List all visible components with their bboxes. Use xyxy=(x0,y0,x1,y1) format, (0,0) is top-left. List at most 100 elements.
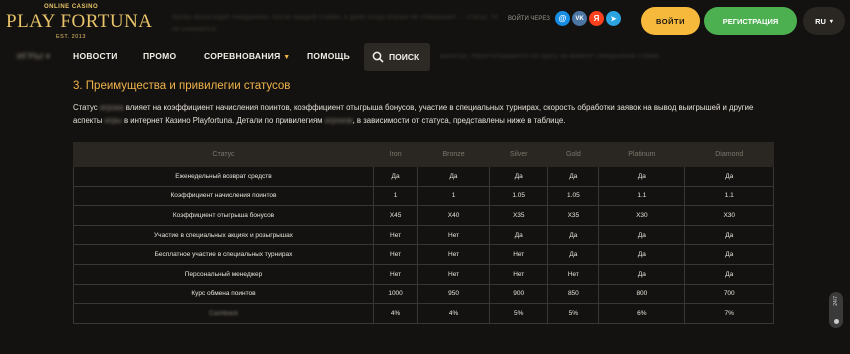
yandex-glyph: Я xyxy=(593,14,600,23)
blurred-header-text: ерова происходит ежедневно, после каждой… xyxy=(172,14,499,33)
col-silver: Silver xyxy=(488,142,549,167)
telegram-glyph: ➤ xyxy=(610,15,617,23)
col-diamond: Diamond xyxy=(684,142,774,167)
language-label: RU xyxy=(815,16,826,26)
table-cell: Да xyxy=(598,224,686,246)
table-cell: X30 xyxy=(684,205,774,226)
table-cell: Да xyxy=(684,244,774,265)
col-iron: Iron xyxy=(372,142,419,167)
table-cell: Да xyxy=(547,224,600,246)
section-paragraph: Статус игрока влияет на коэффициент начи… xyxy=(73,101,773,127)
table-cell: Да xyxy=(598,166,686,187)
logo[interactable]: ONLINE CASINO PLAY FORTUNA EST. 2013 xyxy=(6,4,154,40)
table-cell: 6% xyxy=(598,303,686,324)
table-cell: 1 xyxy=(372,185,419,207)
login-button[interactable]: ВОЙТИ xyxy=(641,7,700,35)
nav-news[interactable]: НОВОСТИ xyxy=(73,51,118,61)
table-cell: Нет xyxy=(417,224,490,246)
vk-glyph: VK xyxy=(575,15,584,22)
table-cell: Нет xyxy=(417,244,490,265)
table-cell: Да xyxy=(684,224,774,246)
table-cell: Да xyxy=(598,263,686,285)
table-cell: 7% xyxy=(684,303,774,324)
para-part: в интернет Казино Playfortuna. Детали по… xyxy=(121,116,325,125)
nav-promo[interactable]: ПРОМО xyxy=(143,51,176,61)
para-blur: игры xyxy=(104,116,122,125)
col-bronze: Bronze xyxy=(417,142,490,167)
table-row: Участие в специальных акциях и розыгрыша… xyxy=(73,224,774,246)
table-cell: Нет xyxy=(488,263,549,285)
search-button[interactable]: ПОИСК xyxy=(364,43,430,71)
para-blur: игроков xyxy=(324,116,353,125)
logo-est: EST. 2013 xyxy=(56,34,86,40)
table-cell: 1.05 xyxy=(547,185,600,207)
table-cell: X35 xyxy=(488,205,549,226)
register-button[interactable]: РЕГИСТРАЦИЯ xyxy=(704,7,797,35)
table-cell: 5% xyxy=(547,303,600,324)
table-cell: Да xyxy=(488,166,549,187)
table-cell: Да xyxy=(684,263,774,285)
table-cell: Нет xyxy=(417,263,490,285)
table-cell: 900 xyxy=(488,283,549,305)
language-select[interactable]: RU ▾ xyxy=(803,7,845,35)
table-cell: 4% xyxy=(372,303,419,324)
telegram-icon[interactable]: ➤ xyxy=(606,11,621,26)
table-cell: X40 xyxy=(417,205,490,226)
table-cell: 1.1 xyxy=(684,185,774,207)
table-cell: 1000 xyxy=(372,283,419,305)
table-cell: X30 xyxy=(598,205,686,226)
table-cell: 850 xyxy=(547,283,600,305)
status-table: Статус Iron Bronze Silver Gold Platinum … xyxy=(73,142,774,324)
table-cell: 800 xyxy=(598,283,686,305)
table-header-row: Статус Iron Bronze Silver Gold Platinum … xyxy=(73,142,774,167)
row-label: Cashback xyxy=(73,303,374,324)
table-cell: Нет xyxy=(488,244,549,265)
table-cell: Да xyxy=(488,224,549,246)
table-cell: 1.1 xyxy=(598,185,686,207)
table-cell: 1.05 xyxy=(488,185,549,207)
table-cell: 1 xyxy=(417,185,490,207)
chat-label: 24/7 xyxy=(833,296,839,306)
table-cell: Да xyxy=(598,244,686,265)
enter-via-label: ВОЙТИ ЧЕРЕЗ xyxy=(508,16,550,22)
search-label: ПОИСК xyxy=(389,52,420,62)
row-label: Бесплатное участие в специальных турнира… xyxy=(73,244,374,265)
header: ONLINE CASINO PLAY FORTUNA EST. 2013 еро… xyxy=(0,0,850,44)
table-cell: Да xyxy=(547,166,600,187)
section-title: 3. Преимущества и привилегии статусов xyxy=(73,80,291,92)
table-cell: Да xyxy=(684,166,774,187)
nav-tournaments[interactable]: СОРЕВНОВАНИЯ ▼ xyxy=(204,51,290,61)
logo-title: PLAY FORTUNA xyxy=(6,11,153,32)
table-row: Курс обмена поинтов 1000 950 900 850 800 700 xyxy=(73,283,774,305)
vk-icon[interactable]: VK xyxy=(572,11,587,26)
para-part: Статус xyxy=(73,103,100,112)
table-row: Cashback 4% 4% 5% 5% 6% 7% xyxy=(73,303,774,324)
table-cell: 950 xyxy=(417,283,490,305)
table-cell: 700 xyxy=(684,283,774,305)
nav-help[interactable]: ПОМОЩЬ xyxy=(307,51,350,61)
yandex-icon[interactable]: Я xyxy=(589,11,604,26)
table-row: Бесплатное участие в специальных турнира… xyxy=(73,244,774,265)
table-row: Коэффициент отыгрыша бонусов X45 X40 X35 X35… xyxy=(73,205,774,226)
mail-glyph: @ xyxy=(558,14,567,23)
chat-widget[interactable]: 24/7 xyxy=(829,292,843,328)
nav-tournaments-label: СОРЕВНОВАНИЯ xyxy=(204,51,281,61)
chat-dot-icon xyxy=(833,319,839,324)
row-label: Участие в специальных акциях и розыгрыша… xyxy=(73,224,374,246)
chevron-down-icon: ▼ xyxy=(283,54,291,61)
table-cell: Да xyxy=(372,166,419,187)
nav-games[interactable]: ИГРЫ ▾ xyxy=(17,51,50,62)
table-cell: Нет xyxy=(372,263,419,285)
row-label: Курс обмена поинтов xyxy=(73,283,374,305)
col-status: Статус xyxy=(73,142,374,167)
chevron-down-icon: ▾ xyxy=(829,18,833,25)
table-cell: X35 xyxy=(547,205,600,226)
table-cell: Да xyxy=(547,244,600,265)
table-cell: X45 xyxy=(372,205,419,226)
row-label: Персональный менеджер xyxy=(73,263,374,285)
table-cell: Нет xyxy=(372,224,419,246)
table-row: Персональный менеджер Нет Нет Нет Нет Да Да xyxy=(73,263,774,285)
mail-icon[interactable]: @ xyxy=(555,11,570,26)
para-blur: игрока xyxy=(99,103,124,112)
table-cell: Да xyxy=(417,166,490,187)
